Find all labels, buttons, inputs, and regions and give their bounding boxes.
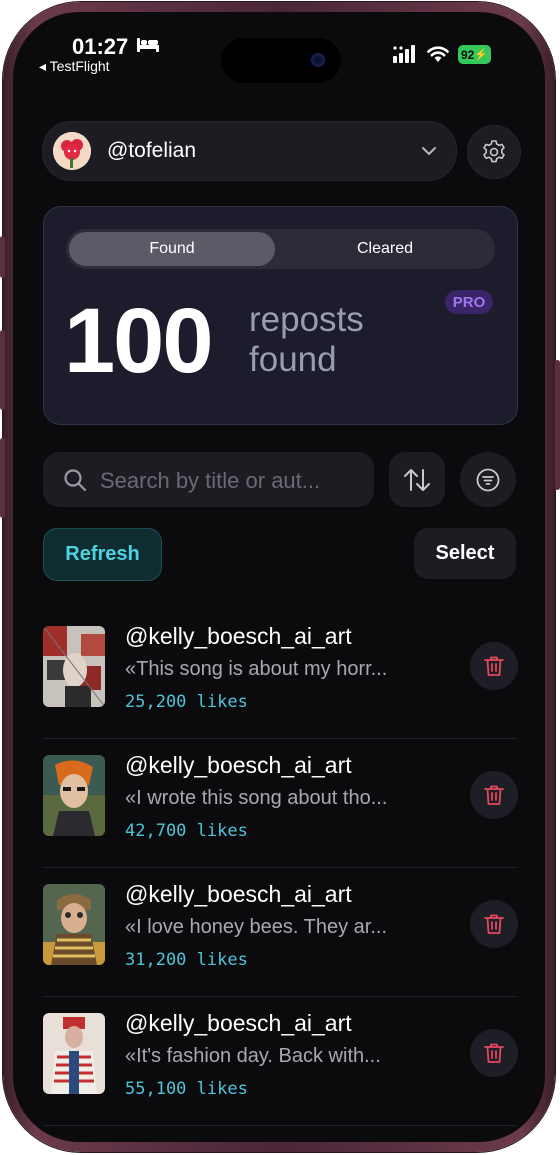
stats-card: Found Cleared PRO 100 reposts found (43, 206, 518, 425)
item-likes: 25,200 likes (125, 692, 248, 712)
delete-button[interactable] (470, 642, 518, 690)
action-button (0, 236, 5, 278)
trash-icon (484, 914, 504, 934)
charging-bolt-icon: ⚡ (474, 49, 489, 61)
filter-icon (476, 468, 500, 491)
refresh-button[interactable]: Refresh (43, 528, 162, 581)
item-excerpt: «This song is about my horr... (125, 658, 388, 680)
filter-button[interactable] (460, 452, 516, 507)
item-excerpt: «I love honey bees. They ar... (125, 916, 388, 938)
segmented-control: Found Cleared (66, 229, 495, 269)
app-screen: 01:27 ◂ TestFlight 92 ⚡ @tofelian Found … (13, 12, 545, 1142)
item-author: @kelly_boesch_ai_art (125, 752, 352, 778)
reposts-count-label: reposts found (249, 300, 364, 379)
account-switcher[interactable]: @tofelian (42, 121, 457, 181)
camera-icon (311, 53, 325, 67)
gear-icon (483, 140, 505, 163)
repost-item[interactable]: @kelly_boesch_ai_art «I love honey bees.… (43, 868, 518, 997)
tab-cleared[interactable]: Cleared (278, 232, 492, 266)
back-to-testflight-link[interactable]: ◂ TestFlight (39, 58, 110, 75)
battery-level: 92 (460, 47, 475, 62)
repost-item[interactable]: @kelly_boesch_ai_art «It's fashion day. … (43, 997, 518, 1126)
search-bar[interactable] (43, 452, 374, 507)
chevron-down-icon (422, 147, 436, 155)
search-input[interactable] (98, 462, 367, 499)
delete-button[interactable] (470, 771, 518, 819)
video-thumbnail (43, 884, 105, 965)
delete-button[interactable] (470, 1029, 518, 1077)
item-author: @kelly_boesch_ai_art (125, 1010, 352, 1036)
volume-up-button (0, 330, 5, 410)
item-likes: 31,200 likes (125, 950, 248, 970)
video-thumbnail (43, 626, 105, 707)
sort-button[interactable] (389, 452, 445, 507)
item-excerpt: «It's fashion day. Back with... (125, 1045, 381, 1067)
status-time: 01:27 (72, 34, 129, 59)
account-username: @tofelian (107, 139, 197, 162)
video-thumbnail (43, 1013, 105, 1094)
tab-found[interactable]: Found (69, 232, 275, 266)
search-icon (64, 469, 87, 492)
item-author: @kelly_boesch_ai_art (125, 623, 352, 649)
repost-item[interactable]: @kelly_boesch_ai_art «I wrote this song … (43, 739, 518, 868)
divider (43, 1125, 517, 1126)
trash-icon (484, 1043, 504, 1063)
select-button[interactable]: Select (414, 528, 516, 579)
power-button (555, 360, 560, 490)
repost-item[interactable]: @kelly_boesch_ai_art «This song is about… (43, 610, 518, 739)
trash-icon (484, 785, 504, 805)
trash-icon (484, 656, 504, 676)
item-likes: 42,700 likes (125, 821, 248, 841)
bed-icon (137, 38, 159, 52)
item-author: @kelly_boesch_ai_art (125, 881, 352, 907)
sort-arrows-icon (404, 468, 430, 491)
reposts-count: 100 (64, 290, 213, 392)
pro-badge: PRO (445, 290, 493, 314)
volume-down-button (0, 438, 5, 518)
battery-indicator: 92 ⚡ (458, 45, 491, 64)
settings-button[interactable] (467, 125, 521, 179)
avatar (53, 132, 91, 170)
dynamic-island (221, 38, 341, 83)
delete-button[interactable] (470, 900, 518, 948)
item-excerpt: «I wrote this song about tho... (125, 787, 388, 809)
wifi-icon (427, 46, 449, 62)
cellular-signal-icon (393, 45, 415, 63)
video-thumbnail (43, 755, 105, 836)
item-likes: 55,100 likes (125, 1079, 248, 1099)
